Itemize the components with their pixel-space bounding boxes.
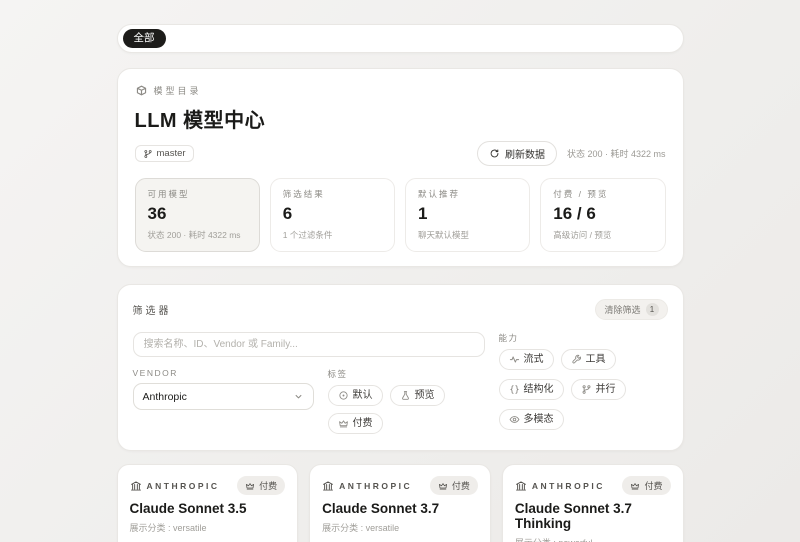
stat-label: 筛选结果 (283, 188, 382, 200)
paid-badge: 付费 (430, 476, 478, 495)
filter-card: 筛选器 清除筛选 1 VENDOR Anthropic (117, 284, 684, 451)
capability-chip-multimodal[interactable]: 多模态 (499, 409, 564, 430)
tag-chip-label: 预览 (415, 391, 435, 401)
status-text: 状态 200 · 耗时 4322 ms (567, 147, 666, 160)
paid-badge-label: 付费 (452, 479, 470, 492)
stat-value: 1 (418, 204, 517, 224)
target-icon (338, 390, 349, 401)
capability-chip-label: 多模态 (524, 415, 554, 425)
filter-title: 筛选器 (133, 302, 172, 317)
vendor-tag: ANTHROPIC (322, 480, 412, 492)
refresh-label: 刷新数据 (505, 146, 545, 161)
tag-chip-default[interactable]: 默认 (328, 385, 383, 406)
branch-name: master (157, 148, 186, 159)
tag-chip-label: 默认 (353, 391, 373, 401)
clear-filters-count-badge: 1 (646, 303, 659, 316)
vendor-select[interactable]: Anthropic (133, 383, 314, 410)
section-label-text: 模型目录 (154, 84, 202, 97)
crown-icon (245, 481, 255, 491)
model-grid: ANTHROPIC 付费 Claude Sonnet 3.5 展示分类 : ve… (117, 464, 684, 542)
vendor-label: VENDOR (133, 368, 314, 378)
paid-badge-label: 付费 (259, 479, 277, 492)
wrench-icon (571, 354, 582, 365)
building-icon (322, 480, 334, 492)
vendor-tag: ANTHROPIC (515, 480, 605, 492)
paid-badge: 付费 (622, 476, 670, 495)
stat-sub: 状态 200 · 耗时 4322 ms (148, 229, 247, 241)
braces-icon (509, 384, 520, 395)
stat-available-models: 可用模型 36 状态 200 · 耗时 4322 ms (135, 178, 260, 252)
crown-icon (630, 481, 640, 491)
model-category: 展示分类 : powerful (515, 536, 671, 542)
flask-icon (400, 390, 411, 401)
building-icon (130, 480, 142, 492)
stat-label: 默认推荐 (418, 188, 517, 200)
stats-row: 可用模型 36 状态 200 · 耗时 4322 ms 筛选结果 6 1 个过滤… (135, 178, 666, 252)
stat-sub: 1 个过滤条件 (283, 229, 382, 241)
stat-paid-preview: 付费 / 预览 16 / 6 高级访问 / 预览 (540, 178, 665, 252)
model-name: Claude Sonnet 3.7 Thinking (515, 501, 671, 531)
model-name: Claude Sonnet 3.5 (130, 501, 286, 516)
tag-chip-paid[interactable]: 付费 (328, 413, 383, 434)
stat-value: 16 / 6 (553, 204, 652, 224)
capability-chip-label: 流式 (524, 355, 544, 365)
top-tab-bar: 全部 (117, 24, 684, 53)
capabilities-label: 能力 (499, 332, 668, 344)
search-input[interactable] (133, 332, 485, 357)
capability-chip-streaming[interactable]: 流式 (499, 349, 554, 370)
package-icon (135, 84, 148, 97)
refresh-button[interactable]: 刷新数据 (477, 141, 557, 166)
branch-badge: master (135, 145, 194, 162)
vendor-name: ANTHROPIC (532, 481, 605, 491)
model-card-claude-sonnet-3-7-thinking[interactable]: ANTHROPIC 付费 Claude Sonnet 3.7 Thinking … (502, 464, 684, 542)
page-container: 全部 模型目录 LLM 模型中心 master 刷新数据 状态 200 · 耗时… (117, 0, 684, 542)
refresh-icon (489, 148, 500, 159)
vendor-select-value: Anthropic (143, 391, 187, 403)
building-icon (515, 480, 527, 492)
stat-value: 6 (283, 204, 382, 224)
model-category: 展示分类 : versatile (130, 521, 286, 534)
chevron-down-icon (293, 391, 304, 402)
vendor-name: ANTHROPIC (339, 481, 412, 491)
stat-value: 36 (148, 204, 247, 224)
tag-chip-label: 付费 (353, 419, 373, 429)
capability-chip-structured[interactable]: 结构化 (499, 379, 564, 400)
paid-badge: 付费 (237, 476, 285, 495)
header-card: 模型目录 LLM 模型中心 master 刷新数据 状态 200 · 耗时 43… (117, 68, 684, 267)
section-label: 模型目录 (135, 84, 666, 97)
stat-default-recommend: 默认推荐 1 聊天默认模型 (405, 178, 530, 252)
vendor-name: ANTHROPIC (147, 481, 220, 491)
stat-label: 付费 / 预览 (553, 188, 652, 200)
eye-icon (509, 414, 520, 425)
tag-chip-preview[interactable]: 预览 (390, 385, 445, 406)
vendor-tag: ANTHROPIC (130, 480, 220, 492)
clear-filters-button[interactable]: 清除筛选 1 (595, 299, 667, 320)
model-category: 展示分类 : versatile (322, 521, 478, 534)
capability-chip-label: 工具 (586, 355, 606, 365)
capability-chip-label: 结构化 (524, 385, 554, 395)
activity-icon (509, 354, 520, 365)
stat-sub: 高级访问 / 预览 (553, 229, 652, 241)
page-title: LLM 模型中心 (135, 104, 666, 133)
tags-label: 标签 (328, 368, 485, 380)
stat-sub: 聊天默认模型 (418, 229, 517, 241)
crown-icon (438, 481, 448, 491)
capability-chip-tools[interactable]: 工具 (561, 349, 616, 370)
model-card-claude-sonnet-3-7[interactable]: ANTHROPIC 付费 Claude Sonnet 3.7 展示分类 : ve… (309, 464, 491, 542)
paid-badge-label: 付费 (644, 479, 662, 492)
git-branch-icon (581, 384, 592, 395)
model-name: Claude Sonnet 3.7 (322, 501, 478, 516)
stat-label: 可用模型 (148, 188, 247, 200)
clear-filters-label: 清除筛选 (604, 303, 640, 316)
tab-all[interactable]: 全部 (123, 29, 166, 48)
git-branch-icon (143, 149, 153, 159)
model-card-claude-sonnet-3-5[interactable]: ANTHROPIC 付费 Claude Sonnet 3.5 展示分类 : ve… (117, 464, 299, 542)
capability-chip-label: 并行 (596, 385, 616, 395)
stat-filter-results: 筛选结果 6 1 个过滤条件 (270, 178, 395, 252)
crown-icon (338, 418, 349, 429)
capability-chip-parallel[interactable]: 并行 (571, 379, 626, 400)
